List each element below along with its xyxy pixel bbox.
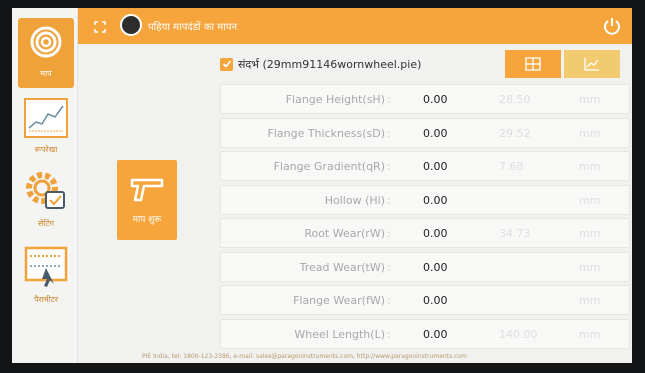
measure-gun-icon (130, 178, 164, 202)
sidebar-item-settings[interactable]: सेटिंग (18, 168, 74, 238)
footer-contact: PIE India, tel: 1800-123-2386, e-mail: s… (142, 353, 467, 360)
param-name: Root Wear(rW) (304, 227, 385, 240)
separator: : (387, 126, 391, 140)
sidebar-item-parameter[interactable]: पैरामीटर (18, 244, 74, 314)
app-title: पहिया मापदंडों का मापन (148, 22, 238, 33)
table-row: Root Wear(rW) : 0.00 34.73 mm (220, 218, 630, 248)
param-value: 0.00 (423, 260, 448, 274)
settings-gear-icon (22, 168, 70, 216)
sidebar-item-label: माप (40, 69, 52, 78)
table-row: Wheel Length(L) : 0.00 140.00 mm (220, 318, 630, 349)
param-unit: mm (579, 327, 601, 341)
table-row: Tread Wear(tW) : 0.00 mm (220, 251, 630, 282)
param-name: Flange Thickness(sD) (267, 126, 386, 140)
param-reference: 34.73 (499, 227, 531, 240)
reference-label: संदर्भ (29mm91146wornwheel.pie) (238, 57, 422, 71)
start-measure-label: माप शुरू (132, 215, 162, 225)
param-unit: mm (579, 126, 601, 140)
reference-toggle[interactable]: संदर्भ (29mm91146wornwheel.pie) (220, 52, 421, 76)
param-value: 0.00 (423, 126, 448, 140)
param-unit: mm (579, 227, 601, 240)
sidebar-item-profile[interactable]: रूपरेखा (18, 94, 74, 164)
table-row: Flange Thickness(sD) : 0.00 29.52 mm (220, 117, 630, 148)
parameter-icon (22, 244, 70, 292)
app-screen: माप रूपरेखा सेटिंग पैरामीटर पहिया मापदंड… (12, 8, 632, 363)
param-name: Wheel Length(L) (294, 327, 385, 341)
sidebar-item-measure[interactable]: माप (18, 18, 74, 88)
app-logo (120, 14, 142, 36)
param-name: Flange Height(sH) (285, 93, 385, 106)
reference-checkbox[interactable] (220, 57, 233, 71)
sidebar: माप रूपरेखा सेटिंग पैरामीटर (12, 8, 78, 363)
param-value: 0.00 (423, 227, 448, 240)
graph-view-button[interactable] (564, 50, 620, 78)
table-row: Flange Wear(fW) : 0.00 mm (220, 285, 630, 315)
sidebar-item-label: पैरामीटर (33, 295, 59, 304)
separator: : (387, 260, 391, 274)
param-name: Flange Wear(fW) (293, 294, 385, 307)
power-icon[interactable] (602, 16, 622, 36)
separator: : (387, 193, 391, 207)
table-row: Hollow (Hi) : 0.00 mm (220, 184, 630, 215)
param-name: Tread Wear(tW) (299, 260, 385, 274)
fullscreen-icon[interactable] (94, 18, 106, 33)
param-reference: 29.52 (499, 126, 531, 140)
table-icon (525, 57, 541, 71)
param-value: 0.00 (423, 93, 448, 106)
separator: : (387, 294, 391, 307)
check-icon (222, 60, 231, 68)
param-reference: 140.00 (499, 327, 538, 341)
param-unit: mm (579, 260, 601, 274)
param-value: 0.00 (423, 327, 448, 341)
start-measure-button[interactable]: माप शुरू (117, 160, 177, 240)
separator: : (387, 227, 391, 240)
param-reference: 7.68 (499, 160, 524, 173)
measurement-table: Flange Height(sH) : 0.00 28.50 mm Flange… (220, 84, 630, 352)
separator: : (387, 160, 391, 173)
profile-chart-icon (22, 94, 70, 142)
wheel-icon (22, 18, 70, 66)
param-reference: 28.50 (499, 93, 531, 106)
separator: : (387, 93, 391, 106)
sidebar-item-label: रूपरेखा (34, 145, 58, 154)
table-row: Flange Height(sH) : 0.00 28.50 mm (220, 84, 630, 114)
param-unit: mm (579, 193, 601, 207)
param-unit: mm (579, 294, 601, 307)
table-row: Flange Gradient(qR) : 0.00 7.68 mm (220, 151, 630, 181)
sidebar-item-label: सेटिंग (37, 219, 55, 228)
param-name: Flange Gradient(qR) (273, 160, 385, 173)
separator: : (387, 327, 391, 341)
param-unit: mm (579, 160, 601, 173)
param-value: 0.00 (423, 160, 448, 173)
top-bar: पहिया मापदंडों का मापन (78, 8, 632, 44)
table-view-button[interactable] (505, 50, 561, 78)
param-name: Hollow (Hi) (324, 193, 385, 207)
param-value: 0.00 (423, 193, 448, 207)
line-chart-icon (584, 58, 599, 71)
param-value: 0.00 (423, 294, 448, 307)
param-unit: mm (579, 93, 601, 106)
